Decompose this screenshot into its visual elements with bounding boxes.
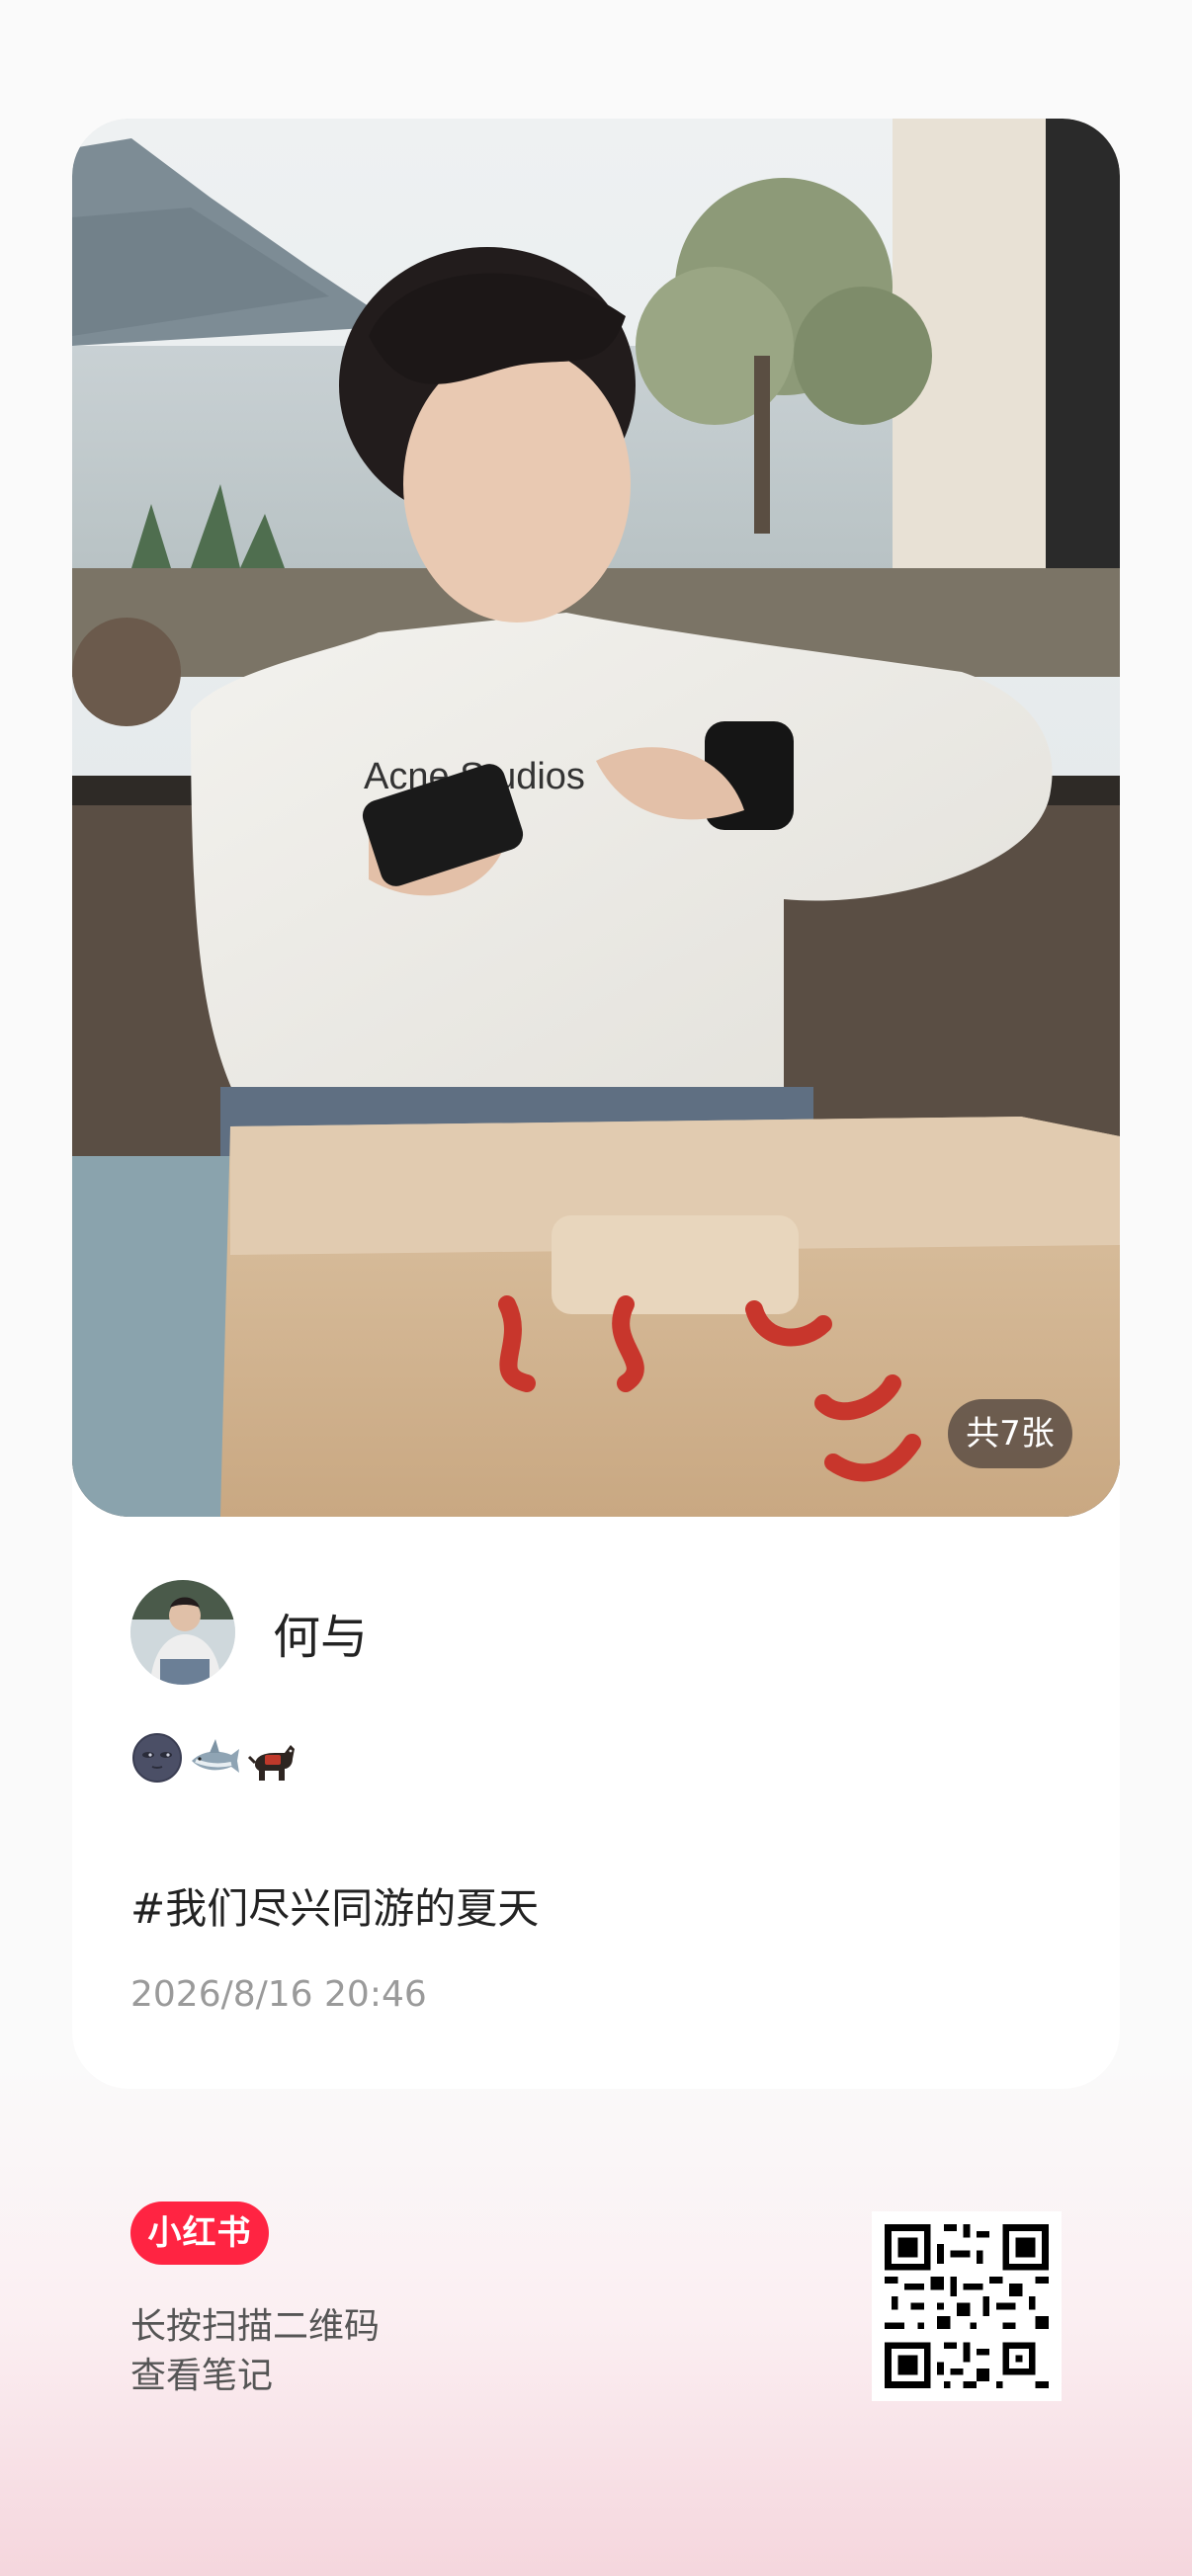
avatar-image [130, 1580, 235, 1685]
note-share-card: Acne Studios 共7张 何与 #我们尽兴同游的夏天 2026/8/16… [72, 119, 1120, 2089]
photo-illustration: Acne Studios [72, 119, 1120, 1517]
qr-code-icon [872, 2211, 1062, 2401]
post-timestamp: 2026/8/16 20:46 [130, 1974, 427, 2015]
avatar[interactable] [130, 1580, 235, 1685]
author-name[interactable]: 何与 [273, 1598, 368, 1667]
cover-photo[interactable]: Acne Studios 共7张 [72, 119, 1120, 1517]
image-count-badge: 共7张 [948, 1399, 1072, 1468]
qr-code[interactable] [872, 2211, 1062, 2401]
dark-moon-emoji-icon [132, 1733, 182, 1783]
xiaohongshu-logo: 小红书 [130, 2202, 269, 2265]
scan-instruction-line-2: 查看笔记 [130, 2356, 274, 2396]
author-row[interactable]: 何与 [130, 1578, 368, 1687]
shark-emoji-icon [192, 1739, 239, 1773]
service-dog-emoji-icon [247, 1745, 295, 1781]
scan-instruction-line-1: 长按扫描二维码 [130, 2306, 381, 2347]
emoji-row [130, 1731, 298, 1785]
hashtag-topic[interactable]: #我们尽兴同游的夏天 [130, 1875, 539, 1936]
scan-instructions: 长按扫描二维码 查看笔记 [130, 2302, 380, 2401]
